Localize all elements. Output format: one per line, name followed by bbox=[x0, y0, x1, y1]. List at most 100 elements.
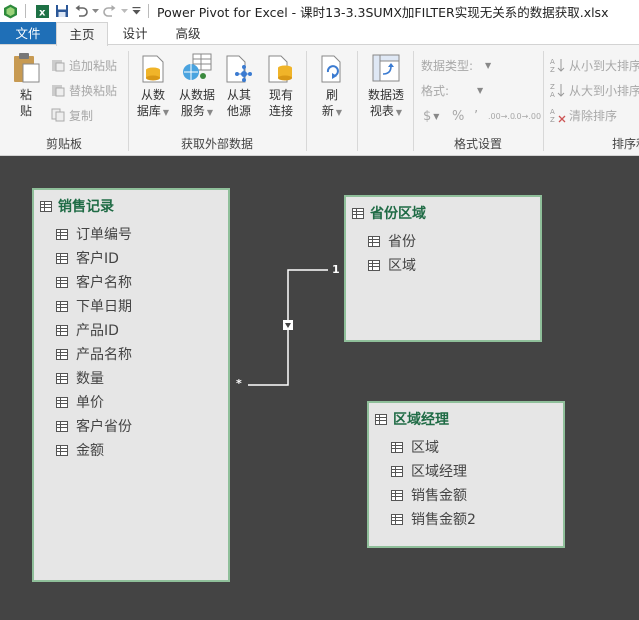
column-item[interactable]: 客户ID bbox=[34, 246, 228, 270]
column-item[interactable]: 区域 bbox=[346, 253, 540, 277]
undo-dropdown-icon[interactable] bbox=[91, 3, 99, 20]
table-header[interactable]: 省份区域 bbox=[346, 199, 540, 227]
refresh-group: 刷 新 ▼ bbox=[307, 45, 357, 155]
paste-label-2: 贴 bbox=[19, 104, 32, 118]
table-title: 销售记录 bbox=[58, 199, 114, 215]
decrease-decimal-button[interactable]: .0→.00 bbox=[514, 106, 541, 126]
column-icon bbox=[391, 441, 403, 453]
copy-icon bbox=[50, 107, 66, 123]
table-title: 区域经理 bbox=[393, 412, 449, 428]
pivot-group: 数据透 视表 ▼ bbox=[358, 45, 413, 155]
table-header[interactable]: 销售记录 bbox=[34, 192, 228, 220]
window-title: Power Pivot for Excel - 课时13-3.3SUMX加FIL… bbox=[157, 4, 609, 20]
column-item[interactable]: 省份 bbox=[346, 229, 540, 253]
table-region-manager[interactable]: 区域经理 区域 区域经理 销售金额 销售金额2 bbox=[367, 401, 565, 548]
svg-text:Z: Z bbox=[550, 66, 555, 73]
pivot-table-button[interactable]: 数据透 视表 ▼ bbox=[362, 51, 410, 121]
sort-descending-button[interactable]: ZA 从大到小排序 bbox=[550, 80, 639, 100]
sort-ascending-icon: AZ bbox=[550, 57, 566, 73]
tab-design[interactable]: 设计 bbox=[114, 22, 156, 45]
column-icon bbox=[56, 324, 68, 336]
copy-button[interactable]: 复制 bbox=[50, 105, 93, 125]
from-database-dropdown-icon: ▼ bbox=[162, 108, 170, 117]
column-label: 金额 bbox=[76, 443, 104, 459]
column-label: 区域经理 bbox=[411, 464, 467, 480]
redo-icon[interactable] bbox=[101, 3, 118, 20]
save-icon[interactable] bbox=[53, 3, 70, 20]
tab-home[interactable]: 主页 bbox=[56, 22, 108, 46]
table-header[interactable]: 区域经理 bbox=[369, 405, 563, 433]
from-data-service-button[interactable]: 从数据 服务 ▼ bbox=[175, 51, 219, 121]
column-list: 省份 区域 bbox=[346, 229, 540, 277]
column-item[interactable]: 销售金额 bbox=[369, 483, 563, 507]
existing-connections-label-2: 连接 bbox=[268, 104, 293, 118]
excel-icon[interactable]: x bbox=[34, 3, 51, 20]
tab-advanced[interactable]: 高级 bbox=[166, 22, 210, 45]
sort-ascending-button[interactable]: AZ 从小到大排序 bbox=[550, 55, 639, 75]
table-province-region[interactable]: 省份区域 省份 区域 bbox=[344, 195, 542, 342]
replace-paste-button[interactable]: 替换粘贴 bbox=[50, 80, 117, 100]
relationship-one-label: 1 bbox=[332, 263, 340, 276]
pivot-table-dropdown-icon: ▼ bbox=[395, 108, 403, 117]
column-icon bbox=[368, 259, 380, 271]
column-label: 订单编号 bbox=[76, 227, 132, 243]
refresh-dropdown-icon: ▼ bbox=[335, 108, 343, 117]
column-item[interactable]: 金额 bbox=[34, 438, 228, 462]
column-label: 销售金额 bbox=[411, 488, 467, 504]
column-icon bbox=[391, 489, 403, 501]
format-dropdown[interactable]: 格式: ▼ bbox=[421, 80, 483, 100]
table-sales-records[interactable]: 销售记录 订单编号 客户ID 客户名称 下单日期 产品ID 产品名称 数量 单价… bbox=[32, 188, 230, 582]
column-icon bbox=[56, 252, 68, 264]
append-paste-button[interactable]: 追加粘贴 bbox=[50, 55, 117, 75]
column-item[interactable]: 销售金额2 bbox=[369, 507, 563, 531]
column-icon bbox=[56, 348, 68, 360]
sort-descending-label: 从大到小排序 bbox=[569, 83, 639, 98]
title-bar: x Power Pivot for Excel - 课时13-3.3SUMX加F… bbox=[0, 0, 639, 22]
column-item[interactable]: 单价 bbox=[34, 390, 228, 414]
comma-button[interactable]: ’ bbox=[474, 106, 478, 126]
column-item[interactable]: 产品ID bbox=[34, 318, 228, 342]
data-type-dropdown[interactable]: 数据类型: ▼ bbox=[421, 55, 491, 75]
from-database-button[interactable]: 从数 据库 ▼ bbox=[135, 51, 171, 121]
column-icon bbox=[56, 276, 68, 288]
column-item[interactable]: 订单编号 bbox=[34, 222, 228, 246]
column-item[interactable]: 下单日期 bbox=[34, 294, 228, 318]
column-item[interactable]: 产品名称 bbox=[34, 342, 228, 366]
clear-sort-icon: AZ bbox=[550, 107, 566, 123]
svg-text:Z: Z bbox=[550, 83, 555, 91]
clipboard-group-label: 剪贴板 bbox=[45, 137, 82, 151]
column-item[interactable]: 区域经理 bbox=[369, 459, 563, 483]
power-pivot-logo-icon bbox=[2, 3, 19, 20]
refresh-button[interactable]: 刷 新 ▼ bbox=[316, 51, 348, 121]
from-database-label-2: 据库 bbox=[136, 104, 161, 118]
undo-icon[interactable] bbox=[72, 3, 89, 20]
redo-dropdown-icon[interactable] bbox=[120, 3, 128, 20]
clear-sort-button[interactable]: AZ 清除排序 bbox=[550, 105, 617, 125]
external-data-group: 从数 据库 ▼ 从数据 服务 ▼ 从其 他源 现有 连接 获取外部数据 bbox=[129, 45, 305, 155]
column-item[interactable]: 数量 bbox=[34, 366, 228, 390]
currency-label: $ bbox=[423, 108, 432, 124]
format-group-label: 格式设置 bbox=[453, 137, 502, 151]
relationship-many-label: * bbox=[236, 377, 242, 390]
paste-button[interactable]: 粘 贴 bbox=[8, 51, 44, 119]
column-item[interactable]: 客户名称 bbox=[34, 270, 228, 294]
from-other-sources-button[interactable]: 从其 他源 bbox=[221, 51, 257, 119]
clipboard-group: 粘 贴 追加粘贴 替换粘贴 复制 剪贴板 bbox=[0, 45, 128, 155]
paste-icon bbox=[10, 51, 42, 85]
column-item[interactable]: 区域 bbox=[369, 435, 563, 459]
tab-file[interactable]: 文件 bbox=[0, 22, 56, 45]
increase-decimal-button[interactable]: .00→.0 bbox=[488, 106, 515, 126]
append-paste-icon bbox=[50, 57, 66, 73]
column-item[interactable]: 客户省份 bbox=[34, 414, 228, 438]
column-list: 订单编号 客户ID 客户名称 下单日期 产品ID 产品名称 数量 单价 客户省份… bbox=[34, 222, 228, 462]
currency-button[interactable]: $ ▼ bbox=[423, 106, 439, 126]
paste-label-1: 粘 bbox=[19, 88, 32, 102]
sort-group-label: 排序和 bbox=[612, 137, 639, 151]
percent-button[interactable]: % bbox=[452, 106, 464, 126]
customize-quick-access-icon[interactable] bbox=[130, 3, 142, 20]
diagram-canvas[interactable]: 1 * 销售记录 订单编号 客户ID 客户名称 下单日期 产品ID 产品名称 数… bbox=[0, 157, 639, 620]
existing-connections-button[interactable]: 现有 连接 bbox=[263, 51, 299, 119]
title-separator-2 bbox=[148, 4, 149, 18]
column-icon bbox=[368, 235, 380, 247]
column-label: 产品ID bbox=[76, 323, 119, 339]
